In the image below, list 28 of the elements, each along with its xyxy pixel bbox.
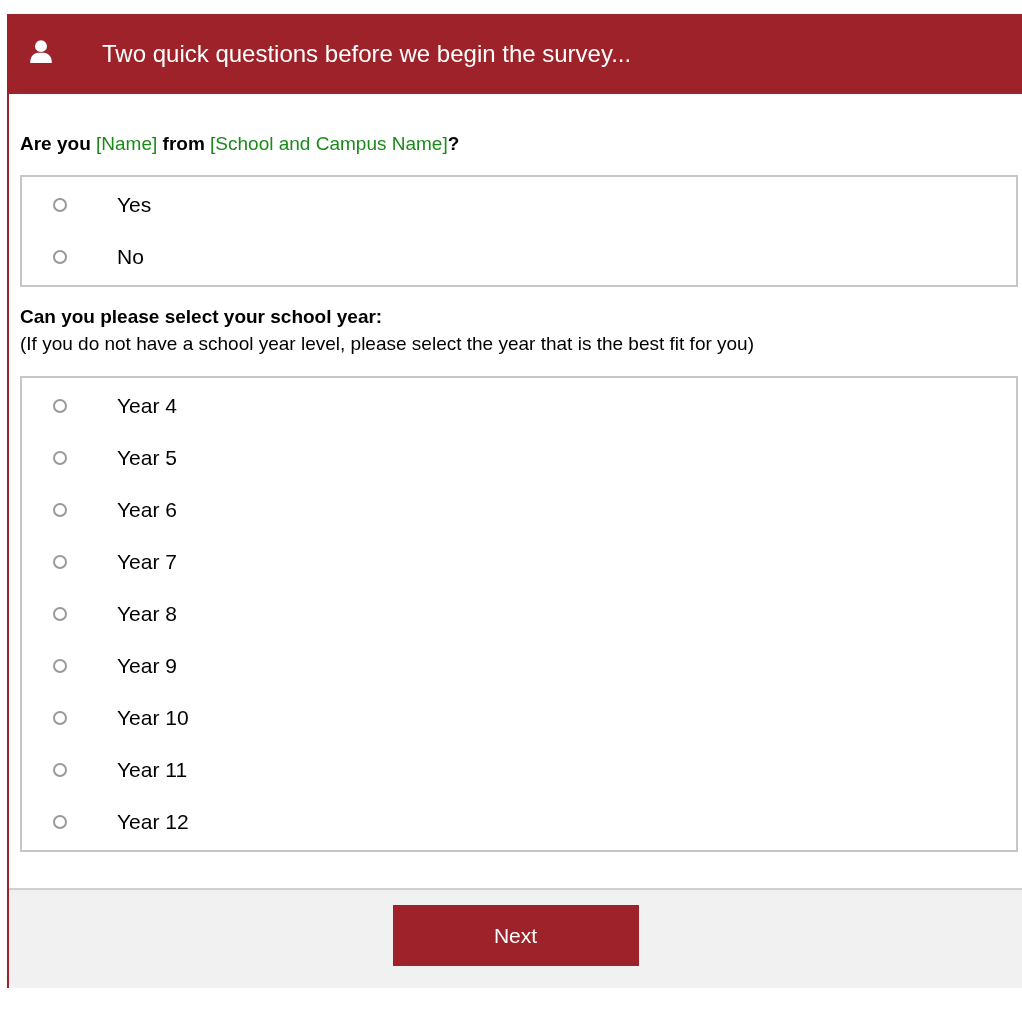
radio-button[interactable] (53, 399, 67, 413)
survey-title: Two quick questions before we begin the survey... (102, 40, 632, 68)
question-text: Are you [Name] from [School and Campus Name]? (20, 132, 461, 156)
option-label[interactable]: Year 8 (117, 602, 177, 626)
user-icon (28, 38, 54, 64)
option-label[interactable]: Year 10 (117, 706, 189, 730)
radio-button[interactable] (53, 815, 67, 829)
radio-button[interactable] (53, 711, 67, 725)
question-note: (If you do not have a school year level, please select the year that is the best fit for you) (20, 332, 755, 356)
option-label[interactable]: Year 4 (117, 394, 177, 418)
option-label[interactable]: No (117, 245, 144, 269)
option-label[interactable]: Year 12 (117, 810, 189, 834)
option-label[interactable]: Year 7 (117, 550, 177, 574)
radio-button[interactable] (53, 659, 67, 673)
radio-button[interactable] (53, 607, 67, 621)
radio-button[interactable] (53, 250, 67, 264)
radio-button[interactable] (53, 451, 67, 465)
question-text: Can you please select your school year: (20, 305, 384, 329)
option-label[interactable]: Year 11 (117, 758, 188, 782)
radio-button[interactable] (53, 763, 67, 777)
radio-button[interactable] (53, 198, 67, 212)
next-button[interactable]: Next (392, 905, 639, 966)
option-label[interactable]: Yes (117, 193, 152, 217)
radio-button[interactable] (53, 503, 67, 517)
option-label[interactable]: Year 5 (117, 446, 177, 470)
radio-button[interactable] (53, 555, 67, 569)
option-label[interactable]: Year 9 (117, 654, 177, 678)
option-label[interactable]: Year 6 (117, 498, 177, 522)
